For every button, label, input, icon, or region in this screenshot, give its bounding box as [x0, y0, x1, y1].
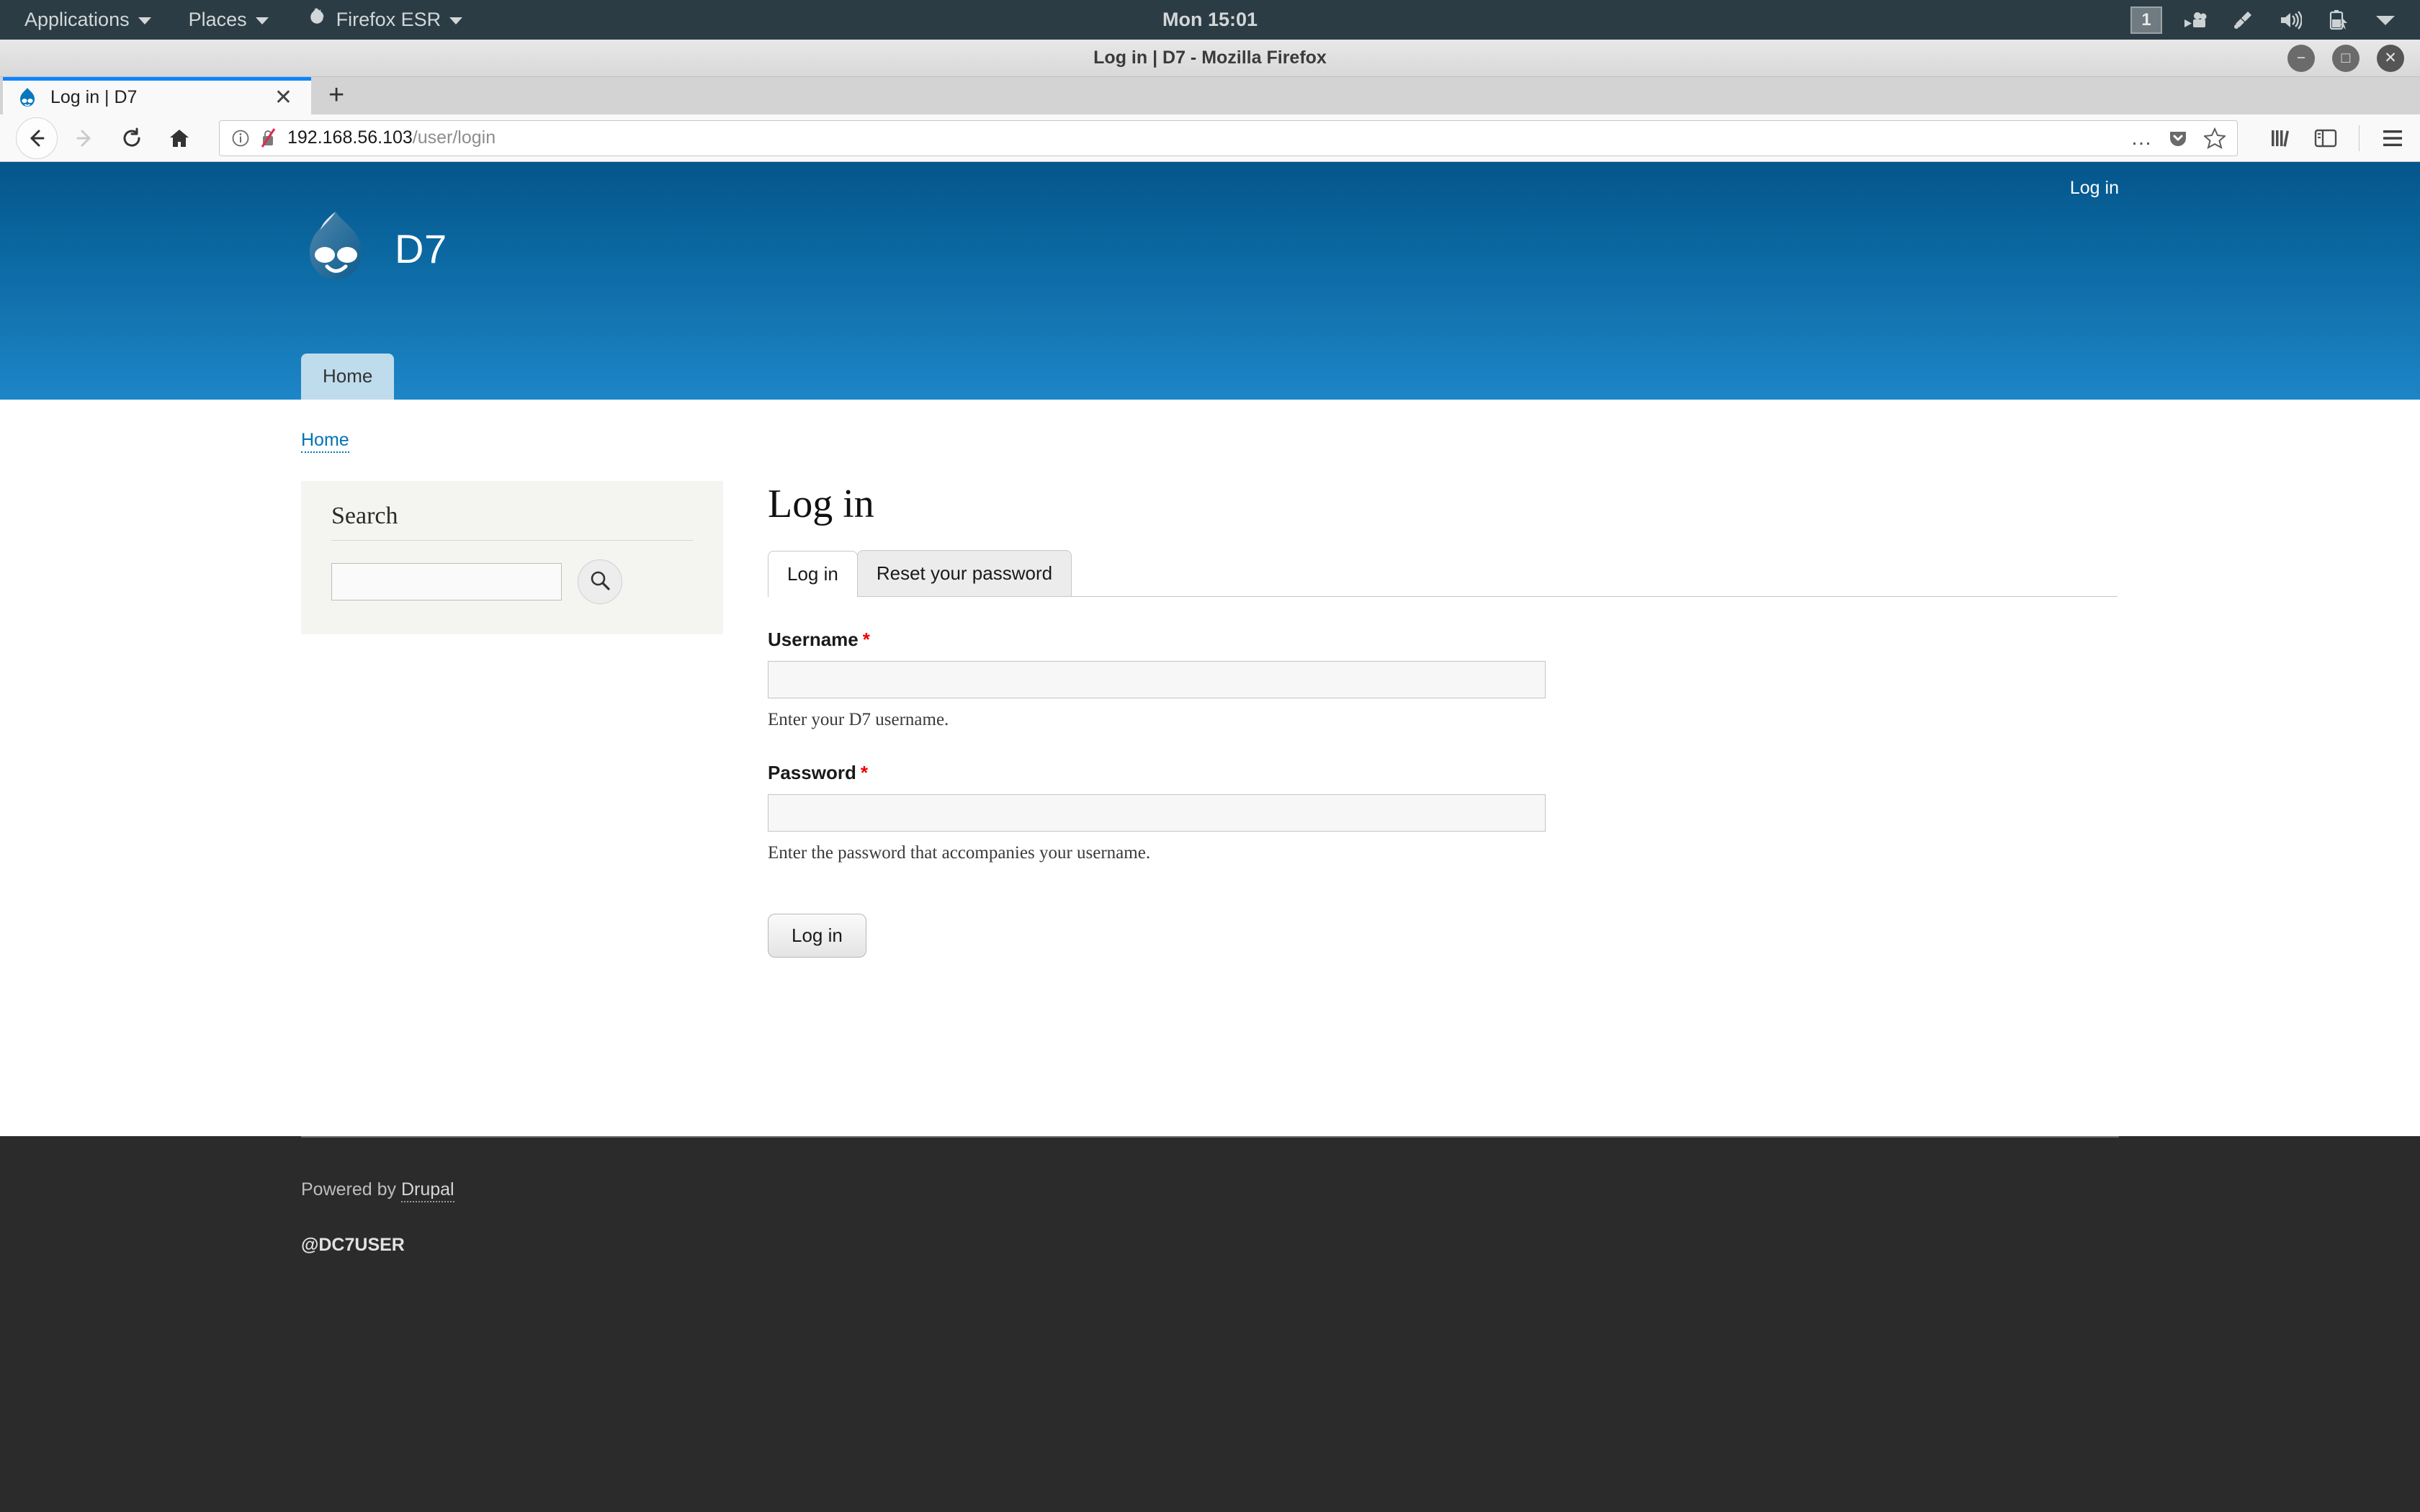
- form-tabs: Log in Reset your password: [768, 550, 2118, 598]
- navigation-toolbar: 192.168.56.103/user/login …: [0, 114, 2420, 162]
- username-input[interactable]: [768, 661, 1546, 699]
- tab-title: Log in | D7: [50, 87, 138, 107]
- password-input[interactable]: [768, 794, 1546, 832]
- username-label: Username *: [768, 629, 2119, 651]
- page-title: Log in: [768, 482, 874, 526]
- password-label: Password *: [768, 762, 2119, 784]
- applications-menu-label: Applications: [24, 9, 130, 30]
- search-block-title: Search: [331, 503, 693, 541]
- chevron-down-icon: [255, 17, 269, 24]
- sidebar-icon[interactable]: [2314, 128, 2337, 148]
- search-input[interactable]: [331, 563, 562, 600]
- firefox-menu-label: Firefox ESR: [336, 9, 442, 30]
- hamburger-menu-icon[interactable]: [2381, 129, 2404, 148]
- browser-tab[interactable]: Log in | D7 ✕: [3, 77, 311, 114]
- chevron-down-icon[interactable]: [2371, 6, 2400, 34]
- reload-icon[interactable]: [111, 117, 153, 159]
- main-content: Log in Log in Reset your password Userna…: [768, 481, 2119, 958]
- pocket-icon[interactable]: [2168, 128, 2188, 148]
- site-branding[interactable]: D7: [301, 199, 2119, 288]
- sidebar-first: Search: [301, 481, 723, 634]
- urlbar-actions: …: [2130, 127, 2226, 149]
- form-item-username: Username * Enter your D7 username.: [768, 597, 2119, 730]
- required-marker: *: [862, 629, 870, 651]
- page-actions-icon[interactable]: …: [2130, 127, 2152, 148]
- tab-close-icon[interactable]: ✕: [269, 86, 298, 109]
- footer-user-tag: @DC7USER: [301, 1235, 405, 1256]
- window-titlebar: Log in | D7 - Mozilla Firefox − □ ✕: [0, 40, 2420, 77]
- login-form: Username * Enter your D7 username. Passwo…: [768, 597, 2119, 958]
- drupal-droplet-icon: [301, 209, 370, 288]
- maximize-button[interactable]: □: [2332, 44, 2360, 72]
- tab-reset-your-password[interactable]: Reset your password: [856, 550, 1072, 597]
- home-icon[interactable]: [158, 117, 200, 159]
- tab-log-in[interactable]: Log in: [768, 551, 858, 598]
- breadcrumb-item-home[interactable]: Home: [301, 430, 349, 453]
- places-menu-label: Places: [188, 9, 247, 30]
- main-menu: Home: [301, 354, 395, 400]
- network-tool-icon[interactable]: [2228, 6, 2257, 34]
- applications-menu[interactable]: Applications: [0, 0, 170, 40]
- search-block: Search: [301, 481, 723, 634]
- site-name: D7: [395, 225, 447, 271]
- search-icon: [588, 569, 611, 595]
- window-controls: − □ ✕: [2287, 44, 2420, 72]
- header-login-link[interactable]: Log in: [2070, 178, 2119, 199]
- required-marker: *: [860, 762, 868, 784]
- firefox-icon: [306, 6, 328, 33]
- back-icon[interactable]: [16, 117, 58, 159]
- broken-lock-icon[interactable]: [260, 127, 277, 148]
- page-columns: Search Log in Log in Reset your password…: [0, 451, 2420, 1044]
- desktop-top-panel: Applications Places Firefox ESR Mon 15:0…: [0, 0, 2420, 40]
- chevron-down-icon: [449, 17, 463, 24]
- username-label-text: Username: [768, 629, 859, 651]
- close-button[interactable]: ✕: [2377, 44, 2404, 72]
- site-footer: Powered by Drupal @DC7USER: [0, 1136, 2420, 1512]
- volume-icon[interactable]: [2276, 6, 2305, 34]
- window-title: Log in | D7 - Mozilla Firefox: [1093, 48, 1327, 68]
- minimize-button[interactable]: −: [2287, 44, 2315, 72]
- form-item-password: Password * Enter the password that accomp…: [768, 730, 2119, 863]
- url-bar[interactable]: 192.168.56.103/user/login …: [219, 120, 2238, 156]
- url-host: 192.168.56.103: [287, 127, 413, 148]
- workspace-indicator[interactable]: 1: [2130, 6, 2162, 34]
- url-path: /user/login: [412, 127, 496, 148]
- places-menu[interactable]: Places: [170, 0, 287, 40]
- firefox-menu[interactable]: Firefox ESR: [287, 0, 482, 40]
- drupal-droplet-icon: [16, 86, 39, 109]
- panel-status-area: 1: [2130, 0, 2420, 40]
- main-menu-item-home[interactable]: Home: [301, 354, 395, 400]
- search-form: [331, 559, 693, 604]
- firefox-window: Log in | D7 - Mozilla Firefox − □ ✕ Log …: [0, 40, 2420, 1512]
- url-text: 192.168.56.103/user/login: [287, 127, 496, 148]
- info-circle-icon[interactable]: [231, 129, 250, 148]
- chevron-down-icon: [138, 17, 151, 24]
- breadcrumb: Home: [0, 400, 2420, 453]
- toolbar-right: [2257, 125, 2404, 151]
- header-secondary-menu: Log in: [0, 162, 2420, 199]
- library-icon[interactable]: [2269, 127, 2293, 149]
- star-icon[interactable]: [2204, 127, 2226, 149]
- battery-icon[interactable]: [2323, 6, 2352, 34]
- login-submit-button[interactable]: Log in: [768, 914, 866, 958]
- search-submit-button[interactable]: [578, 559, 622, 604]
- powered-by-prefix: Powered by: [301, 1179, 401, 1200]
- new-tab-button[interactable]: +: [311, 81, 362, 114]
- drupal-link[interactable]: Drupal: [400, 1179, 454, 1203]
- toolbar-divider: [2359, 125, 2360, 151]
- password-label-text: Password: [768, 762, 856, 784]
- tab-strip: Log in | D7 ✕ +: [0, 77, 2420, 114]
- forward-icon: [63, 117, 105, 159]
- password-description: Enter the password that accompanies your…: [768, 843, 1151, 863]
- site-header: Log in D7 Home: [0, 162, 2420, 400]
- video-camera-icon[interactable]: [2181, 6, 2210, 34]
- powered-by-text: Powered by Drupal: [301, 1138, 2119, 1203]
- page-viewport: Log in D7 Home Home Search Log in Log in…: [0, 162, 2420, 1512]
- username-description: Enter your D7 username.: [768, 710, 949, 730]
